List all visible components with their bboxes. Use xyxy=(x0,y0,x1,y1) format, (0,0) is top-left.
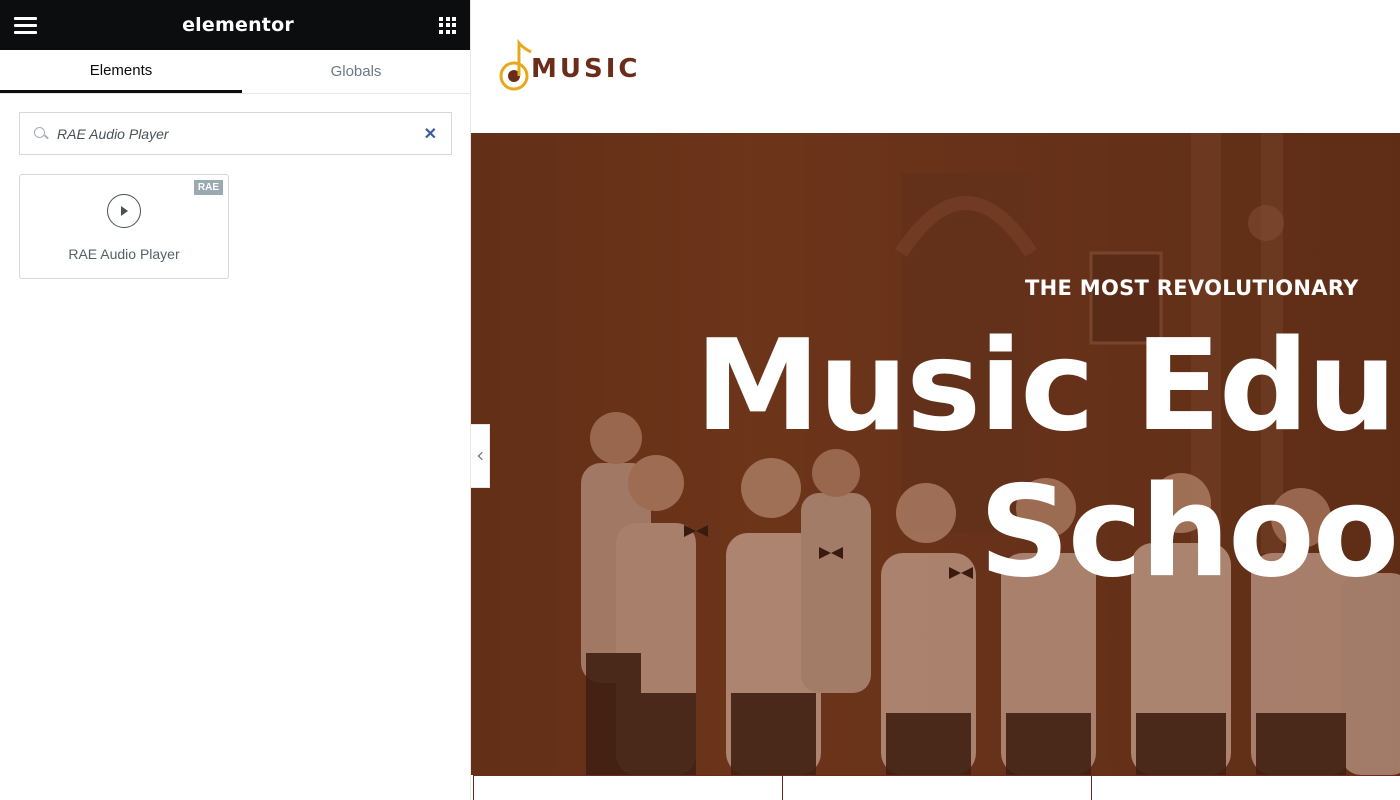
menu-icon[interactable] xyxy=(14,16,37,34)
tab-globals[interactable]: Globals xyxy=(242,50,470,93)
feature-column xyxy=(473,776,782,800)
play-circle-icon xyxy=(107,194,141,228)
app-window: elementor Elements Globals ✕ RAE RAE Aud… xyxy=(0,0,1400,800)
widget-label: RAE Audio Player xyxy=(68,246,180,262)
clear-search-icon[interactable]: ✕ xyxy=(418,124,437,144)
hero-kicker: THE MOST REVOLUTIONARY xyxy=(1025,276,1359,300)
logo-text: MUSIC xyxy=(531,54,641,84)
chevron-left-icon xyxy=(477,451,486,461)
feature-column xyxy=(782,776,1091,800)
page-preview: MUSIC THE MOST REVOLUTIONARY Music Edu S… xyxy=(471,0,1400,800)
widget-search: ✕ xyxy=(19,112,452,155)
panel-tabs: Elements Globals xyxy=(0,50,470,94)
search-icon xyxy=(34,126,48,141)
music-note-icon xyxy=(499,38,532,91)
hero-section: THE MOST REVOLUTIONARY Music Educa Schoo… xyxy=(471,133,1400,775)
widget-rae-audio-player[interactable]: RAE RAE Audio Player xyxy=(19,174,229,279)
hero-headline-line1: Music Educa xyxy=(695,312,1400,459)
elementor-logo: elementor xyxy=(182,14,294,36)
hero-headline-line2: School xyxy=(979,458,1400,605)
site-logo[interactable]: MUSIC xyxy=(499,38,640,94)
pro-badge: RAE xyxy=(193,180,223,195)
tab-elements[interactable]: Elements xyxy=(0,50,242,93)
panel-topbar: elementor xyxy=(0,0,470,50)
elementor-panel: elementor Elements Globals ✕ RAE RAE Aud… xyxy=(0,0,471,800)
collapse-panel-button[interactable] xyxy=(471,424,490,488)
feature-column xyxy=(1091,776,1400,800)
feature-columns xyxy=(473,775,1400,800)
search-input[interactable] xyxy=(57,125,418,142)
site-header: MUSIC xyxy=(471,0,1400,133)
widgets-grid-icon[interactable] xyxy=(439,16,456,34)
